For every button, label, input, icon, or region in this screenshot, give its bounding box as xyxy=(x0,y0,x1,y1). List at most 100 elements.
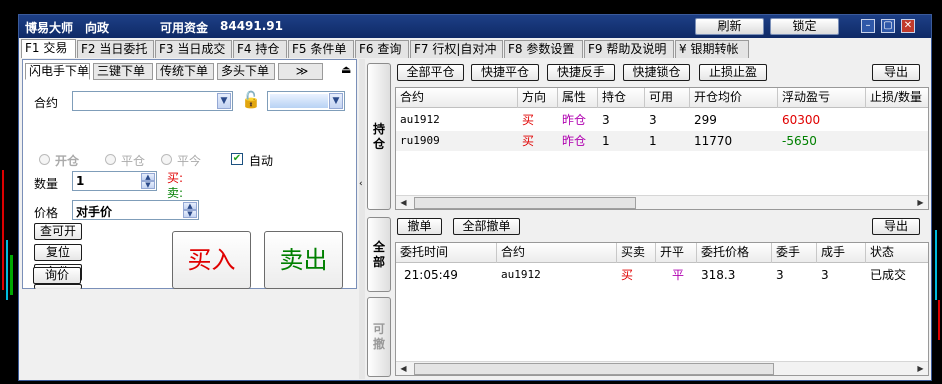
collapse-arrow-icon[interactable]: ‹ xyxy=(359,179,363,189)
col-header[interactable]: 可用 xyxy=(645,88,690,108)
panel-splitter[interactable]: ‹ xyxy=(359,59,365,379)
close-radio[interactable] xyxy=(105,154,116,165)
table-row[interactable]: 21:05:49 au1912 买 平 318.3 3 3 已成交 xyxy=(396,265,928,285)
tab-more-chevron-icon[interactable]: ≫ xyxy=(278,63,323,80)
inquiry-button[interactable]: 询价 xyxy=(33,267,81,284)
tab-conditional[interactable]: F5 条件单 xyxy=(288,40,354,58)
positions-side-button[interactable]: 持仓 xyxy=(367,63,391,210)
stop-loss-profit-button[interactable]: 止损止盈 xyxy=(699,64,767,81)
quick-close-button[interactable]: 快捷平仓 xyxy=(471,64,539,81)
scroll-right-icon[interactable]: ▶ xyxy=(914,363,927,375)
eject-icon[interactable]: ⏏ xyxy=(341,63,351,76)
buy-button[interactable]: 买入 xyxy=(172,231,251,289)
chevron-down-icon[interactable]: ▼ xyxy=(329,93,343,109)
table-row[interactable]: au1912 买 昨仓 3 3 299 60300 xyxy=(396,110,928,130)
close-icon[interactable]: ✕ xyxy=(901,19,915,33)
minimize-icon[interactable]: – xyxy=(861,19,875,33)
unlock-icon[interactable]: 🔓 xyxy=(241,90,261,109)
close-today-radio[interactable] xyxy=(161,154,172,165)
tab-flash-order[interactable]: 闪电手下单 xyxy=(25,63,90,80)
chevron-up-icon[interactable]: ▲ xyxy=(183,202,197,210)
order-filled: 3 xyxy=(821,268,829,282)
scroll-left-icon[interactable]: ◀ xyxy=(397,197,410,209)
col-header[interactable]: 委托时间 xyxy=(396,243,497,263)
orders-scrollbar[interactable]: ◀ ▶ xyxy=(396,361,928,375)
col-header[interactable]: 止损/数量 xyxy=(866,88,928,108)
quick-reverse-button[interactable]: 快捷反手 xyxy=(547,64,615,81)
app-name: 博易大师 xyxy=(25,21,74,35)
tab-bank-transfer[interactable]: ¥ 银期转帐 xyxy=(675,40,749,58)
chevron-down-icon[interactable]: ▼ xyxy=(141,181,155,189)
sell-button[interactable]: 卖出 xyxy=(264,231,343,289)
col-header[interactable]: 委托价格 xyxy=(697,243,772,263)
export-orders-button[interactable]: 导出 xyxy=(872,218,920,235)
positions-table: 合约 方向 属性 持仓 可用 开仓均价 浮动盈亏 止损/数量 au1912 买 … xyxy=(395,87,929,210)
quick-lock-button[interactable]: 快捷锁仓 xyxy=(623,64,690,81)
positions-scrollbar[interactable]: ◀ ▶ xyxy=(396,195,928,209)
open-radio[interactable] xyxy=(39,154,50,165)
cancel-all-button[interactable]: 全部撤单 xyxy=(453,218,520,235)
col-header[interactable]: 状态 xyxy=(866,243,928,263)
open-label: 开仓 xyxy=(55,154,80,168)
cancellable-side-button[interactable]: 可撤 xyxy=(367,297,391,377)
col-header[interactable]: 成手 xyxy=(817,243,866,263)
scroll-thumb[interactable] xyxy=(414,363,774,375)
chevron-up-icon[interactable]: ▲ xyxy=(141,173,155,181)
tab-classic-order[interactable]: 传统下单 xyxy=(156,63,214,80)
tab-positions[interactable]: F4 持仓 xyxy=(233,40,287,58)
close-all-button[interactable]: 全部平仓 xyxy=(397,64,464,81)
all-side-label: 全部 xyxy=(373,240,386,269)
refresh-button[interactable]: 刷新 xyxy=(695,18,764,35)
contract-select[interactable]: ▼ xyxy=(72,91,233,111)
qty-value: 1 xyxy=(76,174,85,188)
tab-long-order[interactable]: 多头下单 xyxy=(217,63,275,80)
tab-today-fills[interactable]: F3 当日成交 xyxy=(155,40,232,58)
col-header[interactable]: 合约 xyxy=(497,243,617,263)
chevron-down-icon[interactable]: ▼ xyxy=(183,210,197,218)
col-header[interactable]: 委手 xyxy=(772,243,817,263)
export-positions-button[interactable]: 导出 xyxy=(872,64,920,81)
col-header[interactable]: 合约 xyxy=(396,88,518,108)
maximize-icon[interactable]: ▢ xyxy=(881,19,895,33)
col-header[interactable]: 开平 xyxy=(656,243,697,263)
position-pnl: -5650 xyxy=(782,134,817,148)
col-header[interactable]: 方向 xyxy=(518,88,558,108)
scroll-left-icon[interactable]: ◀ xyxy=(397,363,410,375)
all-side-button[interactable]: 全部 xyxy=(367,217,391,292)
tab-trade[interactable]: F1 交易 xyxy=(21,39,76,58)
chart-candle xyxy=(935,230,937,300)
auto-checkbox[interactable]: ✔ xyxy=(231,153,243,165)
col-header[interactable]: 属性 xyxy=(558,88,598,108)
account-select[interactable]: ▼ xyxy=(267,91,345,111)
funds-value: 84491.91 xyxy=(220,19,284,33)
col-header[interactable]: 开仓均价 xyxy=(690,88,778,108)
position-hold: 3 xyxy=(602,113,610,127)
query-available-button[interactable]: 查可开 xyxy=(34,223,82,240)
auto-label: 自动 xyxy=(249,154,274,168)
col-header[interactable]: 持仓 xyxy=(598,88,645,108)
tab-three-key-order[interactable]: 三键下单 xyxy=(93,63,153,80)
table-row[interactable]: ru1909 买 昨仓 1 1 11770 -5650 xyxy=(396,131,928,151)
tab-help[interactable]: F9 帮助及说明 xyxy=(584,40,674,58)
positions-side-label: 持仓 xyxy=(373,122,386,151)
scroll-thumb[interactable] xyxy=(414,197,636,209)
order-panel: 闪电手下单 三键下单 传统下单 多头下单 ≫ ⏏ 合约 ▼ 🔓 ▼ 开仓 平仓 … xyxy=(22,59,357,289)
tab-params[interactable]: F8 参数设置 xyxy=(504,40,583,58)
cancellable-side-label: 可撤 xyxy=(373,322,386,351)
tab-today-orders[interactable]: F2 当日委托 xyxy=(77,40,154,58)
price-stepper[interactable]: 对手价 ▲ ▼ xyxy=(72,200,199,220)
reset-button[interactable]: 复位 xyxy=(34,244,82,261)
inquiry-button-top[interactable] xyxy=(34,284,82,289)
tab-exercise[interactable]: F7 行权|自对冲 xyxy=(410,40,503,58)
position-attr: 昨仓 xyxy=(562,134,587,148)
col-header[interactable]: 浮动盈亏 xyxy=(778,88,866,108)
position-avail: 3 xyxy=(649,113,657,127)
col-header[interactable]: 买卖 xyxy=(617,243,656,263)
lock-button[interactable]: 锁定 xyxy=(770,18,839,35)
qty-stepper[interactable]: 1 ▲ ▼ xyxy=(72,171,157,191)
price-label: 价格 xyxy=(34,206,59,220)
chevron-down-icon[interactable]: ▼ xyxy=(217,93,231,109)
tab-query[interactable]: F6 查询 xyxy=(355,40,409,58)
cancel-order-button[interactable]: 撤单 xyxy=(397,218,442,235)
scroll-right-icon[interactable]: ▶ xyxy=(914,197,927,209)
